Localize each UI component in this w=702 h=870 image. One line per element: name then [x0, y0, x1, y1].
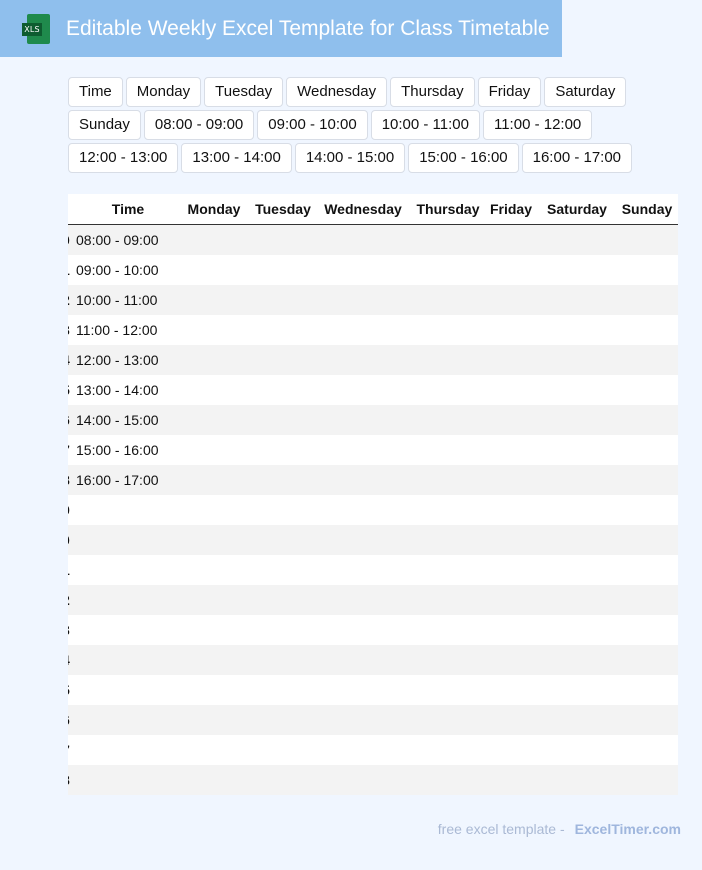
table-header-row: Time Monday Tuesday Wednesday Thursday F…	[68, 194, 678, 225]
column-chip[interactable]: 08:00 - 09:00	[143, 110, 255, 140]
xls-file-icon: XLS	[22, 13, 50, 44]
column-chip[interactable]: 15:00 - 16:00	[408, 143, 519, 173]
row-index: 4	[68, 652, 70, 668]
row-index: 7	[68, 742, 70, 758]
time-cell[interactable]: 10:00 - 11:00	[68, 292, 186, 308]
table-row: 7	[68, 735, 678, 765]
table-row: 4	[68, 645, 678, 675]
row-index: 5	[68, 382, 70, 398]
row-index: 3	[68, 322, 70, 338]
table-row: 5	[68, 675, 678, 705]
timetable-sheet: Time Monday Tuesday Wednesday Thursday F…	[68, 194, 678, 795]
column-chip[interactable]: Monday	[125, 77, 202, 107]
header-tuesday: Tuesday	[255, 201, 311, 217]
table-row: 311:00 - 12:00	[68, 315, 678, 345]
header-monday: Monday	[187, 201, 241, 217]
row-index: 7	[68, 442, 70, 458]
header-wednesday: Wednesday	[324, 201, 402, 217]
column-chip[interactable]: Thursday	[390, 77, 475, 107]
footer-credit: free excel template - ExcelTimer.com	[438, 821, 681, 837]
title-banner: XLS Editable Weekly Excel Template for C…	[0, 0, 562, 57]
footer-prefix: free excel template -	[437, 821, 565, 837]
row-index: 8	[68, 472, 70, 488]
row-index: 2	[68, 292, 70, 308]
table-row: 210:00 - 11:00	[68, 285, 678, 315]
table-row: 008:00 - 09:00	[68, 225, 678, 255]
column-chip[interactable]: 13:00 - 14:00	[181, 143, 292, 173]
column-chip[interactable]: Sunday	[68, 110, 141, 140]
table-row: 715:00 - 16:00	[68, 435, 678, 465]
table-row: 614:00 - 15:00	[68, 405, 678, 435]
column-chip[interactable]: Wednesday	[286, 77, 388, 107]
time-cell[interactable]: 13:00 - 14:00	[68, 382, 186, 398]
header-saturday: Saturday	[547, 201, 607, 217]
column-chip[interactable]: 10:00 - 11:00	[370, 110, 480, 140]
row-index: 5	[68, 682, 70, 698]
column-chip[interactable]: 16:00 - 17:00	[521, 143, 633, 173]
table-row: 6	[68, 705, 678, 735]
footer-brand-link[interactable]: ExcelTimer.com	[575, 821, 681, 837]
column-chip[interactable]: Friday	[477, 77, 542, 107]
row-index: 0	[68, 532, 70, 548]
header-friday: Friday	[489, 201, 532, 217]
time-cell[interactable]: 16:00 - 17:00	[68, 472, 186, 488]
row-index: 9	[68, 502, 70, 518]
table-row: 3	[68, 615, 678, 645]
row-index: 1	[68, 562, 70, 578]
header-sunday: Sunday	[621, 201, 673, 217]
table-row: 513:00 - 14:00	[68, 375, 678, 405]
row-index: 1	[68, 262, 70, 278]
time-cell[interactable]: 08:00 - 09:00	[68, 232, 186, 248]
time-cell[interactable]: 14:00 - 15:00	[68, 412, 186, 428]
table-row: 412:00 - 13:00	[68, 345, 678, 375]
time-cell[interactable]: 12:00 - 13:00	[68, 352, 186, 368]
table-row: 8	[68, 765, 678, 795]
table-row: 109:00 - 10:00	[68, 255, 678, 285]
column-chip[interactable]: Time	[68, 77, 123, 107]
row-index: 4	[68, 352, 70, 368]
table-row: 1	[68, 555, 678, 585]
row-index: 0	[68, 232, 70, 248]
header-time: Time	[111, 201, 145, 217]
row-index: 3	[68, 622, 70, 638]
time-cell[interactable]: 15:00 - 16:00	[68, 442, 186, 458]
column-chips: Time Monday Tuesday Wednesday Thursday Friday…	[68, 77, 694, 173]
row-index: 2	[68, 592, 70, 608]
time-cell[interactable]: 09:00 - 10:00	[68, 262, 186, 278]
time-cell[interactable]: 11:00 - 12:00	[68, 322, 186, 338]
table-row: 0	[68, 525, 678, 555]
table-row: 816:00 - 17:00	[68, 465, 678, 495]
column-chip[interactable]: 09:00 - 10:00	[257, 110, 368, 140]
row-index: 6	[68, 412, 70, 428]
column-chip[interactable]: 12:00 - 13:00	[68, 143, 179, 173]
row-index: 6	[68, 712, 70, 728]
table-row: 9	[68, 495, 678, 525]
table-row: 2	[68, 585, 678, 615]
column-chip[interactable]: Tuesday	[204, 77, 284, 107]
row-index: 8	[68, 772, 70, 788]
header-thursday: Thursday	[416, 201, 480, 217]
column-chip[interactable]: Saturday	[544, 77, 627, 107]
xls-icon-label: XLS	[22, 22, 42, 36]
column-chip[interactable]: 11:00 - 12:00	[482, 110, 593, 140]
page-title: Editable Weekly Excel Template for Class…	[66, 16, 550, 40]
column-chip[interactable]: 14:00 - 15:00	[294, 143, 406, 173]
